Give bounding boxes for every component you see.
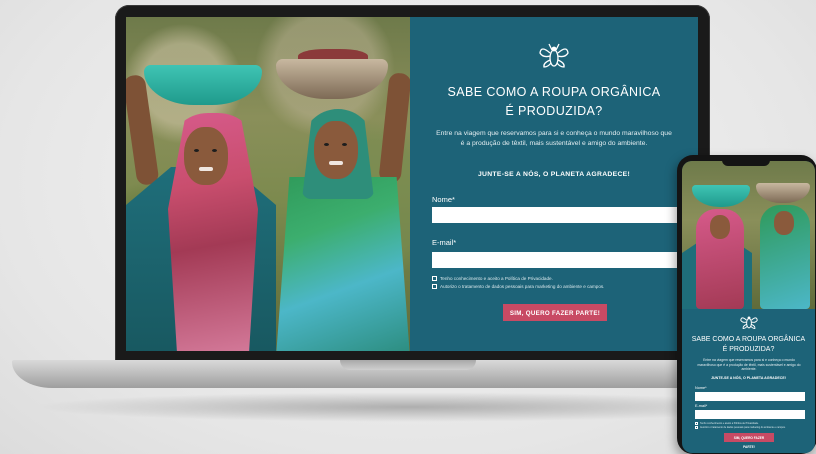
phone-intro-text: Entre na viagem que reservamos para si e… bbox=[697, 358, 801, 372]
phone-email-label: E-mail* bbox=[695, 404, 708, 408]
phone-name-label: Nome* bbox=[695, 386, 707, 390]
privacy-checkbox-row[interactable]: Tenho conhecimento e aceito a Política d… bbox=[432, 276, 553, 281]
phone-hero-photo bbox=[682, 161, 815, 309]
name-label: Nome* bbox=[432, 195, 455, 204]
headline-line-2: É PRODUZIDA? bbox=[505, 104, 603, 118]
landing-panel: SABE COMO A ROUPA ORGÂNICA É PRODUZIDA? … bbox=[410, 17, 698, 351]
phone-marketing-checkbox-row[interactable]: Autorizo o tratamento de dados pessoais … bbox=[695, 426, 786, 429]
marketing-checkbox-label: Autorizo o tratamento de dados pessoais … bbox=[440, 284, 605, 289]
phone-landing-panel: SABE COMO A ROUPA ORGÂNICA É PRODUZIDA? … bbox=[682, 309, 815, 453]
phone-privacy-checkbox-row[interactable]: Tenho conhecimento e aceito a Política d… bbox=[695, 422, 759, 425]
headline: SABE COMO A ROUPA ORGÂNICA É PRODUZIDA? bbox=[410, 83, 698, 121]
phone-email-input[interactable] bbox=[695, 410, 805, 419]
phone-screen: SABE COMO A ROUPA ORGÂNICA É PRODUZIDA? … bbox=[682, 161, 815, 453]
cta-text: JUNTE-SE A NÓS, O PLANETA AGRADECE! bbox=[477, 171, 631, 178]
marketing-checkbox[interactable] bbox=[432, 284, 437, 289]
bee-icon bbox=[539, 43, 569, 68]
phone-privacy-checkbox-label: Tenho conhecimento e aceito a Política d… bbox=[700, 422, 759, 425]
email-input[interactable] bbox=[432, 252, 678, 268]
phone-privacy-checkbox[interactable] bbox=[695, 422, 698, 425]
phone-photo-metal-bowl bbox=[756, 183, 810, 203]
phone-bee-icon bbox=[740, 316, 758, 329]
phone-marketing-checkbox-label: Autorizo o tratamento de dados pessoais … bbox=[700, 426, 786, 429]
phone-headline: SABE COMO A ROUPA ORGÂNICA É PRODUZIDA? bbox=[682, 335, 815, 355]
phone-photo-face-right bbox=[774, 211, 794, 235]
privacy-checkbox-label: Tenho conhecimento e aceito a Política d… bbox=[440, 276, 553, 281]
phone-headline-line-1: SABE COMO A ROUPA ORGÂNICA bbox=[691, 336, 806, 343]
photo-woman-right-face bbox=[314, 121, 358, 179]
privacy-checkbox[interactable] bbox=[432, 276, 437, 281]
laptop-shadow bbox=[30, 392, 790, 422]
hero-photo bbox=[126, 17, 410, 351]
headline-line-1: SABE COMO A ROUPA ORGÂNICA bbox=[447, 85, 661, 99]
laptop-screen: SABE COMO A ROUPA ORGÂNICA É PRODUZIDA? … bbox=[126, 17, 698, 351]
phone-notch bbox=[722, 159, 770, 166]
phone-submit-button[interactable]: SIM, QUERO FAZER PARTE! bbox=[724, 433, 774, 449]
phone-headline-line-2: É PRODUZIDA? bbox=[722, 346, 775, 353]
phone-cta-text: JUNTE-SE A NÓS, O PLANETA AGRADECE! bbox=[711, 376, 786, 380]
laptop-hinge-notch bbox=[340, 360, 476, 370]
name-input[interactable] bbox=[432, 207, 678, 223]
submit-button[interactable]: SIM, QUERO FAZER PARTE! bbox=[503, 304, 607, 321]
phone-photo-face-left bbox=[710, 215, 730, 239]
marketing-checkbox-row[interactable]: Autorizo o tratamento de dados pessoais … bbox=[432, 284, 604, 289]
intro-text: Entre na viagem que reservamos para si e… bbox=[436, 130, 672, 147]
photo-woman-left-face bbox=[184, 127, 228, 185]
photo-woman-right-dress bbox=[276, 177, 410, 351]
phone-photo-teal-bowl bbox=[692, 185, 750, 207]
email-label: E-mail* bbox=[432, 238, 457, 247]
phone-name-input[interactable] bbox=[695, 392, 805, 401]
phone-marketing-checkbox[interactable] bbox=[695, 426, 698, 429]
